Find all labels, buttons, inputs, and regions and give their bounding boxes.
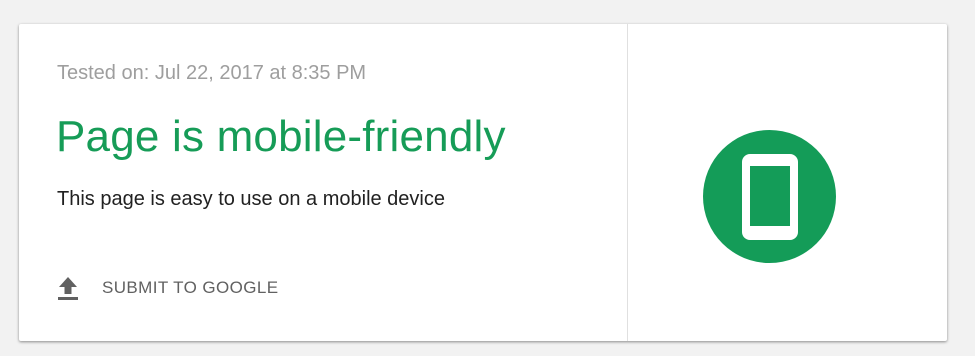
result-description: This page is easy to use on a mobile dev… (57, 188, 445, 210)
upload-icon (57, 275, 79, 301)
result-summary-panel: Tested on: Jul 22, 2017 at 8:35 PM Page … (19, 24, 628, 341)
submit-to-google-label: SUBMIT TO GOOGLE (102, 278, 279, 297)
mobile-phone-icon (741, 153, 798, 240)
mobile-friendly-status-badge (703, 130, 836, 263)
tested-on-timestamp: Tested on: Jul 22, 2017 at 8:35 PM (57, 62, 367, 84)
submit-to-google-button[interactable]: SUBMIT TO GOOGLE (57, 275, 278, 301)
result-headline: Page is mobile-friendly (56, 112, 506, 161)
